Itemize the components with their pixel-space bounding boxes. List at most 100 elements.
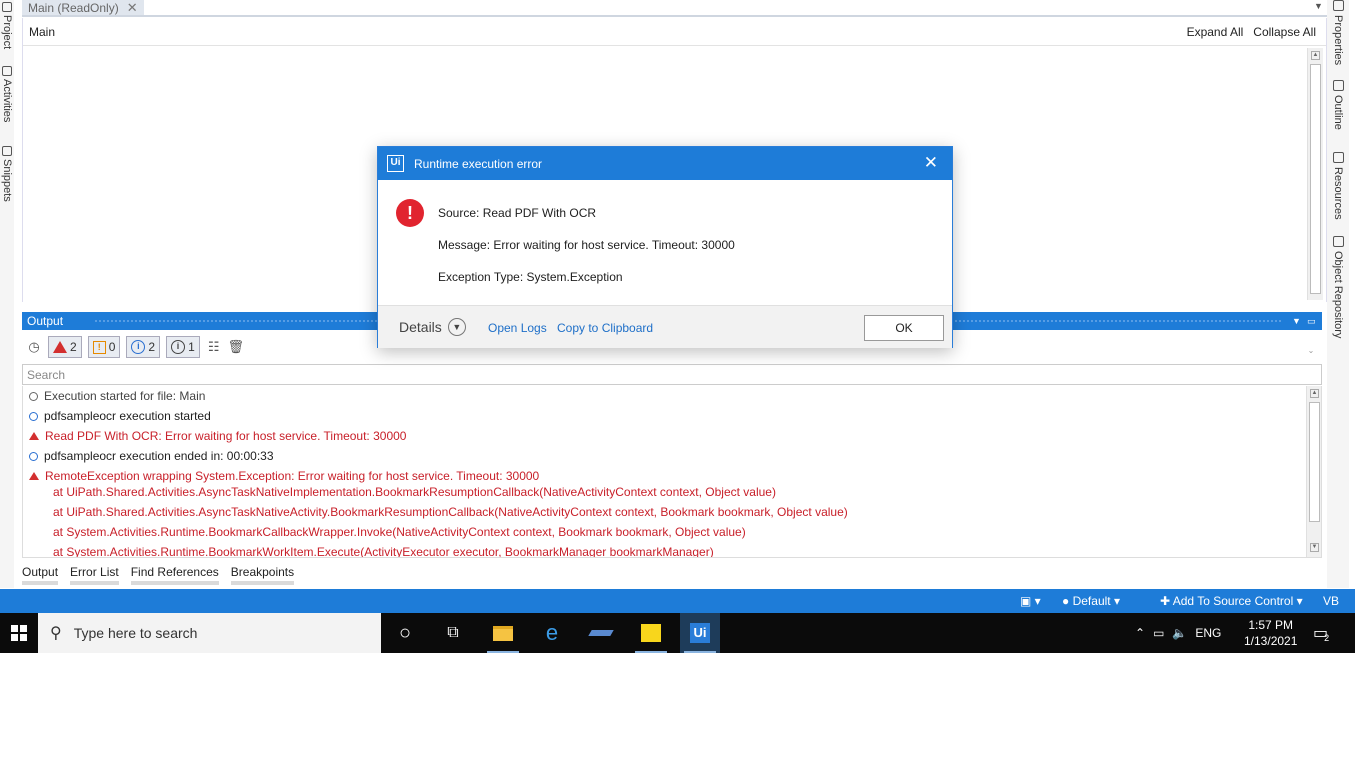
exception-type: Exception Type: System.Exception xyxy=(438,270,623,284)
sticky-notes-icon[interactable] xyxy=(631,613,671,653)
tab-find-references[interactable]: Find References xyxy=(130,565,219,585)
clock[interactable]: 1:57 PM 1/13/2021 xyxy=(1244,613,1297,653)
snippets-icon xyxy=(2,146,12,156)
file-explorer-icon[interactable] xyxy=(483,613,523,653)
document-tab-label: Main (ReadOnly) xyxy=(28,0,119,15)
log-text: pdfsampleocr execution started xyxy=(44,409,211,423)
activities-icon xyxy=(2,66,12,76)
trace-icon: i xyxy=(171,340,186,354)
scroll-thumb[interactable] xyxy=(1309,402,1320,522)
uipath-logo-icon: Ui xyxy=(387,155,404,172)
tab-properties[interactable]: Properties xyxy=(1330,0,1346,65)
chevron-down-icon[interactable]: ▼ xyxy=(1314,1,1323,11)
info-filter-button[interactable]: i 2 xyxy=(126,336,161,358)
log-line[interactable]: at System.Activities.Runtime.BookmarkWor… xyxy=(53,545,714,558)
system-tray: ⌃ ▭ 🔈 ENG xyxy=(1135,613,1221,653)
log-line[interactable]: pdfsampleocr execution started xyxy=(29,409,211,423)
ok-button[interactable]: OK xyxy=(864,315,944,341)
clock-date: 1/13/2021 xyxy=(1244,634,1298,648)
open-logs-link[interactable]: Open Logs xyxy=(488,321,547,335)
tab-activities[interactable]: Activities xyxy=(0,66,14,122)
pin-icon[interactable]: ▭ xyxy=(1307,312,1316,330)
tab-object-repository[interactable]: Object Repository xyxy=(1330,236,1346,338)
settings-icon[interactable]: ▣ ▾ xyxy=(1020,594,1041,608)
log-text: pdfsampleocr execution ended in: 00:00:3… xyxy=(44,449,274,463)
document-tab-main[interactable]: Main (ReadOnly) ✕ xyxy=(22,0,144,15)
log-text: RemoteException wrapping System.Exceptio… xyxy=(45,469,540,483)
info-icon: i xyxy=(131,340,146,354)
list-settings-icon[interactable]: ☷ xyxy=(206,339,222,355)
profile-selector[interactable]: ● Default ▾ xyxy=(1062,594,1120,608)
internet-explorer-icon[interactable]: e xyxy=(532,613,572,653)
trace-icon xyxy=(29,391,38,401)
error-icon xyxy=(29,432,39,440)
tab-breakpoints[interactable]: Breakpoints xyxy=(230,565,295,585)
copy-to-clipboard-link[interactable]: Copy to Clipboard xyxy=(557,321,653,335)
scroll-up-icon[interactable]: ▲ xyxy=(1310,389,1319,398)
collapse-all-link[interactable]: Collapse All xyxy=(1253,25,1316,39)
breadcrumb[interactable]: Main xyxy=(29,25,55,39)
output-scrollbar[interactable]: ▲ ▼ xyxy=(1306,386,1321,557)
tab-resources[interactable]: Resources xyxy=(1330,152,1346,220)
tab-snippets[interactable]: Snippets xyxy=(0,146,14,202)
close-icon[interactable]: ✕ xyxy=(924,153,938,173)
tab-outline[interactable]: Outline xyxy=(1330,80,1346,130)
designer-scrollbar[interactable]: ▲ xyxy=(1307,48,1323,300)
search-icon: ⚲ xyxy=(50,625,62,642)
log-text: at System.Activities.Runtime.BookmarkWor… xyxy=(53,545,714,558)
dialog-footer: Details ▼ Open Logs Copy to Clipboard OK xyxy=(378,305,952,348)
uipath-studio-taskbar-icon[interactable]: Ui xyxy=(680,613,720,653)
log-line[interactable]: at UiPath.Shared.Activities.AsyncTaskNat… xyxy=(53,505,848,519)
runtime-error-dialog: Ui Runtime execution error ✕ ! Source: R… xyxy=(377,146,953,348)
network-icon[interactable]: ▭ xyxy=(1153,626,1164,640)
action-center-button[interactable]: ▭ 2 xyxy=(1313,613,1329,653)
input-language[interactable]: ENG xyxy=(1195,626,1221,640)
tab-output[interactable]: Output xyxy=(22,565,59,585)
wrench-icon xyxy=(1332,0,1344,11)
log-line[interactable]: Execution started for file: Main xyxy=(29,389,205,403)
volume-icon[interactable]: 🔈 xyxy=(1172,626,1187,640)
status-bar: ▣ ▾ ● Default ▾ ✚ Add To Source Control … xyxy=(0,589,1355,613)
warnings-filter-button[interactable]: ! 0 xyxy=(87,336,121,358)
info-count: 2 xyxy=(148,340,156,354)
project-icon xyxy=(2,2,12,12)
add-to-source-control-button[interactable]: ✚ Add To Source Control ▾ xyxy=(1160,594,1303,608)
chevron-down-icon[interactable]: ▼ xyxy=(1292,312,1301,330)
scroll-down-icon[interactable]: ▼ xyxy=(1310,543,1319,552)
trash-icon[interactable]: 🗑 xyxy=(228,339,245,355)
log-text: Read PDF With OCR: Error waiting for hos… xyxy=(45,429,407,443)
errors-count: 2 xyxy=(70,340,77,354)
error-icon xyxy=(53,341,67,353)
error-icon: ! xyxy=(396,199,424,227)
tab-project[interactable]: Project xyxy=(0,2,14,49)
taskbar-search-box[interactable]: ⚲ Type here to search xyxy=(38,613,381,653)
output-log[interactable]: Execution started for file: Main pdfsamp… xyxy=(22,386,1322,558)
start-button[interactable] xyxy=(0,613,38,653)
clock-icon[interactable]: ◷ xyxy=(26,339,42,355)
scroll-up-icon[interactable]: ▲ xyxy=(1311,51,1320,60)
app-icon[interactable] xyxy=(581,613,621,653)
log-line[interactable]: at UiPath.Shared.Activities.AsyncTaskNat… xyxy=(53,485,776,499)
details-toggle[interactable]: Details ▼ xyxy=(399,318,466,336)
trace-filter-button[interactable]: i 1 xyxy=(166,336,200,358)
log-text: at UiPath.Shared.Activities.AsyncTaskNat… xyxy=(53,505,848,519)
log-line[interactable]: at System.Activities.Runtime.BookmarkCal… xyxy=(53,525,746,539)
log-line[interactable]: RemoteException wrapping System.Exceptio… xyxy=(29,469,539,483)
task-view-icon[interactable]: ⧉ xyxy=(433,613,473,653)
cortana-icon[interactable]: ○ xyxy=(385,613,425,653)
chevron-up-icon[interactable]: ⌃ xyxy=(1135,626,1145,640)
expand-all-link[interactable]: Expand All xyxy=(1187,25,1244,39)
profile-label: Default xyxy=(1072,594,1111,608)
close-icon[interactable]: ✕ xyxy=(127,0,138,15)
tab-error-list[interactable]: Error List xyxy=(70,565,119,585)
taskbar-search-placeholder: Type here to search xyxy=(73,625,198,641)
outline-icon xyxy=(1332,80,1344,91)
log-line[interactable]: Read PDF With OCR: Error waiting for hos… xyxy=(29,429,406,443)
output-search-input[interactable]: Search xyxy=(22,364,1322,385)
scroll-thumb[interactable] xyxy=(1310,64,1321,294)
errors-filter-button[interactable]: 2 xyxy=(48,336,82,358)
info-icon xyxy=(29,411,38,421)
chevron-down-icon: ▼ xyxy=(447,318,466,336)
log-line[interactable]: pdfsampleocr execution ended in: 00:00:3… xyxy=(29,449,274,463)
chevron-down-icon[interactable]: ⌄ xyxy=(1303,340,1319,360)
